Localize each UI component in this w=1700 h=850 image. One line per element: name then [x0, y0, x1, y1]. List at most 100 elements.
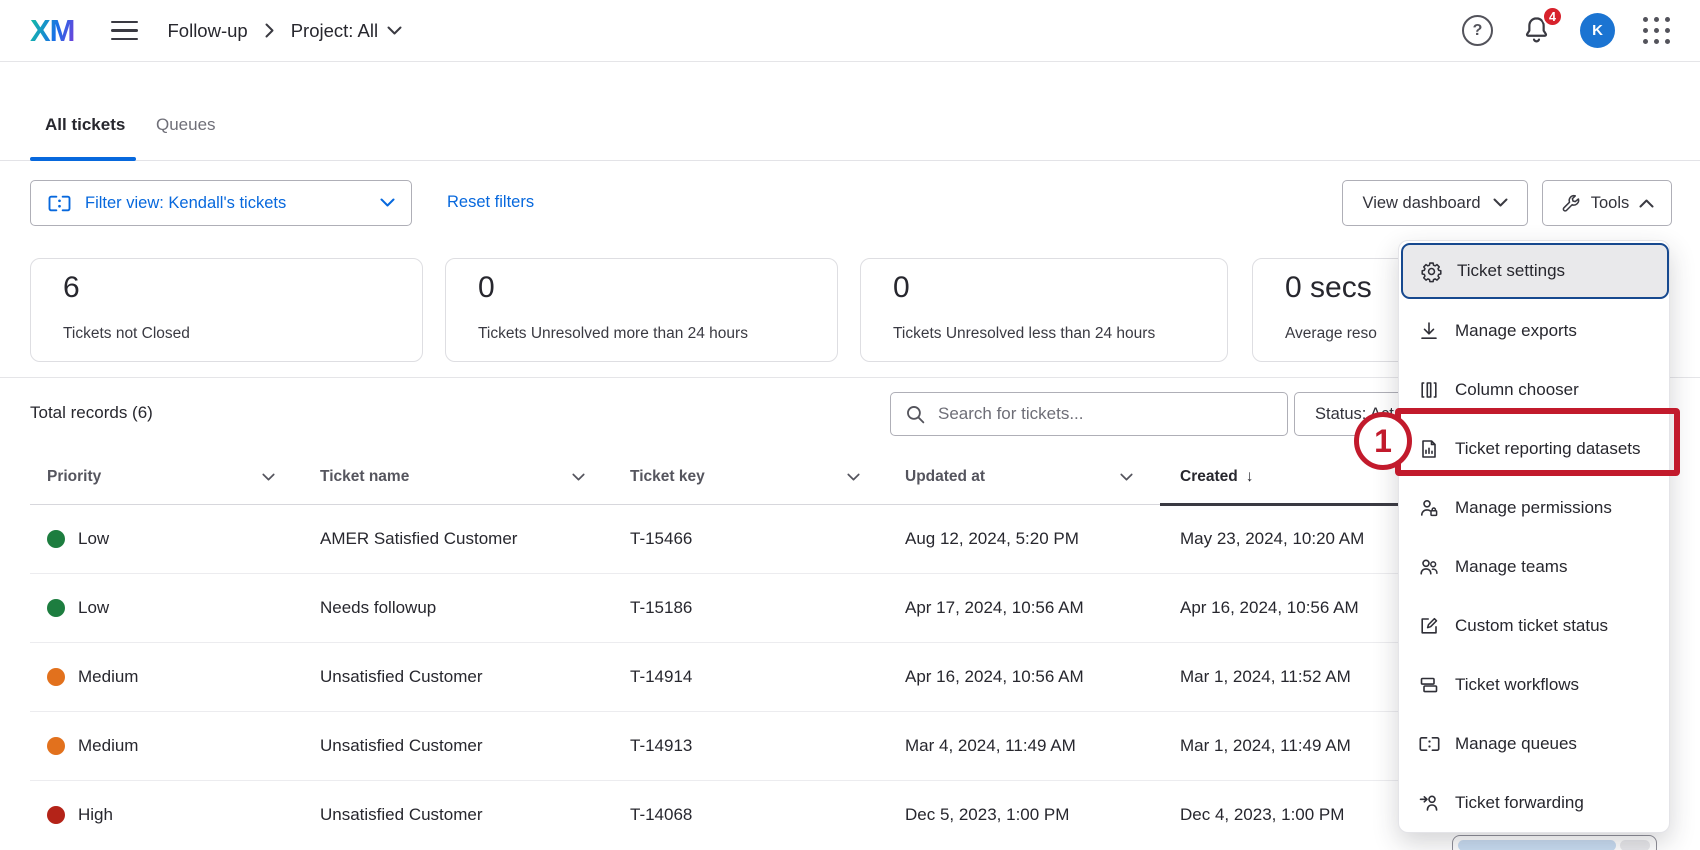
tools-label: Tools: [1591, 194, 1630, 213]
avatar[interactable]: K: [1580, 13, 1615, 48]
search-box[interactable]: [890, 392, 1288, 436]
cell-ticket-name: AMER Satisfied Customer: [320, 529, 517, 549]
cell-updated-at: Apr 17, 2024, 10:56 AM: [905, 598, 1084, 618]
cell-priority: High: [78, 805, 113, 825]
menu-item-ticket-workflows[interactable]: Ticket workflows: [1401, 655, 1669, 714]
stat-card-unresolved-more-24h: 0 Tickets Unresolved more than 24 hours: [445, 258, 838, 362]
column-header-priority[interactable]: Priority: [47, 468, 101, 486]
chevron-right-icon: [264, 22, 275, 39]
column-header-updated-at[interactable]: Updated at: [905, 468, 985, 486]
cell-ticket-key: T-15186: [630, 598, 692, 618]
menu-item-manage-permissions[interactable]: Manage permissions: [1401, 478, 1669, 537]
menu-item-label: Ticket workflows: [1455, 675, 1579, 695]
chevron-down-icon[interactable]: [572, 473, 585, 482]
cell-priority: Medium: [78, 736, 138, 756]
stat-label: Tickets Unresolved more than 24 hours: [478, 325, 748, 343]
chevron-down-icon[interactable]: [847, 473, 860, 482]
menu-item-manage-teams[interactable]: Manage teams: [1401, 537, 1669, 596]
stat-card-tickets-not-closed: 6 Tickets not Closed: [30, 258, 423, 362]
menu-item-ticket-reporting-datasets[interactable]: Ticket reporting datasets: [1401, 419, 1669, 478]
priority-dot: [47, 599, 65, 617]
cell-ticket-key: T-14068: [630, 805, 692, 825]
chevron-down-icon[interactable]: [1120, 473, 1133, 482]
user-lock-icon: [1417, 497, 1441, 519]
cell-ticket-key: T-14914: [630, 667, 692, 687]
menu-item-custom-ticket-status[interactable]: Custom ticket status: [1401, 596, 1669, 655]
horizontal-scrollbar[interactable]: [1452, 835, 1657, 850]
column-header-created[interactable]: Created ↓: [1180, 468, 1253, 486]
cell-created: May 23, 2024, 10:20 AM: [1180, 529, 1364, 549]
menu-item-ticket-forwarding[interactable]: Ticket forwarding: [1401, 773, 1669, 832]
menu-item-label: Manage permissions: [1455, 498, 1612, 518]
cell-ticket-name: Unsatisfied Customer: [320, 736, 483, 756]
columns-icon: [1417, 379, 1441, 401]
cell-created: Mar 1, 2024, 11:49 AM: [1180, 736, 1351, 756]
ticket-icon: [1417, 735, 1441, 753]
menu-item-column-chooser[interactable]: Column chooser: [1401, 360, 1669, 419]
tab-queues[interactable]: Queues: [156, 115, 216, 135]
tools-button[interactable]: Tools: [1542, 180, 1672, 226]
stat-value: 0: [478, 271, 495, 305]
app-root: XM Follow-up Project: All ? 4 K All: [0, 0, 1700, 850]
search-input[interactable]: [938, 404, 1238, 424]
priority-dot: [47, 530, 65, 548]
gear-icon: [1419, 260, 1443, 283]
breadcrumb-project-label: Project: All: [291, 20, 378, 42]
tab-all-tickets[interactable]: All tickets: [45, 115, 125, 135]
scrollbar-thumb[interactable]: [1458, 840, 1616, 850]
stat-value: 0: [893, 271, 910, 305]
edit-icon: [1417, 615, 1441, 637]
chevron-down-icon: [380, 198, 395, 208]
help-icon[interactable]: ?: [1462, 15, 1493, 46]
xm-logo: XM: [30, 13, 75, 49]
view-dashboard-label: View dashboard: [1362, 194, 1480, 213]
layers-icon: [1417, 674, 1441, 696]
top-bar-actions: ? 4 K: [1462, 13, 1670, 48]
menu-item-label: Ticket forwarding: [1455, 793, 1584, 813]
search-icon: [905, 404, 926, 425]
tools-dropdown-menu: Ticket settings Manage exports Column ch…: [1398, 240, 1670, 833]
breadcrumb-project-name[interactable]: Follow-up: [168, 20, 248, 42]
menu-item-label: Custom ticket status: [1455, 616, 1608, 636]
reset-filters-link[interactable]: Reset filters: [447, 193, 534, 212]
user-arrow-icon: [1417, 792, 1441, 814]
scrollbar-track: [1620, 840, 1650, 850]
active-tab-underline: [30, 157, 136, 161]
stat-label: Tickets not Closed: [63, 325, 190, 343]
column-header-ticket-name[interactable]: Ticket name: [320, 468, 409, 486]
cell-priority: Medium: [78, 667, 138, 687]
cell-ticket-key: T-15466: [630, 529, 692, 549]
priority-dot: [47, 806, 65, 824]
chevron-up-icon: [1639, 198, 1654, 208]
filter-view-dropdown[interactable]: Filter view: Kendall's tickets: [30, 180, 412, 226]
users-icon: [1417, 556, 1441, 578]
ticket-icon: [47, 194, 72, 213]
filter-view-label: Filter view: Kendall's tickets: [85, 194, 286, 213]
cell-updated-at: Aug 12, 2024, 5:20 PM: [905, 529, 1079, 549]
menu-item-label: Manage exports: [1455, 321, 1577, 341]
cell-ticket-name: Needs followup: [320, 598, 436, 618]
stat-card-unresolved-less-24h: 0 Tickets Unresolved less than 24 hours: [860, 258, 1228, 362]
column-header-ticket-key[interactable]: Ticket key: [630, 468, 705, 486]
menu-item-manage-exports[interactable]: Manage exports: [1401, 301, 1669, 360]
view-dashboard-button[interactable]: View dashboard: [1342, 180, 1528, 226]
app-switcher-icon[interactable]: [1643, 17, 1670, 44]
hamburger-menu-icon[interactable]: [111, 21, 138, 41]
chevron-down-icon[interactable]: [262, 473, 275, 482]
cell-ticket-name: Unsatisfied Customer: [320, 805, 483, 825]
top-bar: XM Follow-up Project: All ? 4 K: [0, 0, 1700, 62]
menu-item-manage-queues[interactable]: Manage queues: [1401, 714, 1669, 773]
menu-item-ticket-settings[interactable]: Ticket settings: [1401, 243, 1669, 299]
stat-label: Tickets Unresolved less than 24 hours: [893, 325, 1155, 343]
notifications-button[interactable]: 4: [1521, 14, 1552, 47]
tabs-divider: [0, 160, 1700, 161]
cell-priority: Low: [78, 529, 109, 549]
menu-item-label: Column chooser: [1455, 380, 1579, 400]
breadcrumb-project-selector[interactable]: Project: All: [291, 20, 402, 42]
cell-ticket-key: T-14913: [630, 736, 692, 756]
report-document-icon: [1417, 438, 1441, 460]
notification-badge: 4: [1542, 6, 1563, 27]
cell-updated-at: Mar 4, 2024, 11:49 AM: [905, 736, 1076, 756]
column-header-created-label: Created: [1180, 468, 1238, 486]
menu-item-label: Manage teams: [1455, 557, 1567, 577]
